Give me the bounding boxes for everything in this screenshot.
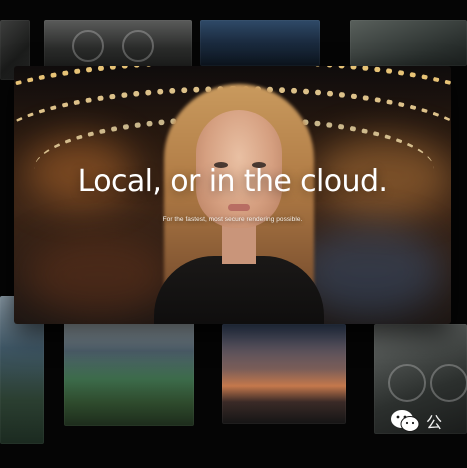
page: Local, or in the cloud. For the fastest,… [0,0,467,468]
watermark-text: 公 [426,413,443,432]
portrait-neck [222,224,256,264]
wechat-icon [391,410,420,432]
hero-card: Local, or in the cloud. For the fastest,… [14,66,451,324]
hero-subtitle: For the fastest, most secure rendering p… [162,216,303,223]
watermark: 公 [390,408,442,434]
gallery-thumbnail-bicycle[interactable] [44,20,192,68]
portrait-lips [228,204,250,211]
hero-title: Local, or in the cloud. [77,164,388,199]
gallery-thumbnail-landscape[interactable] [350,20,467,66]
gallery-thumbnail-valley-lake[interactable] [64,322,194,426]
portrait-shirt [154,256,324,324]
gallery-thumbnail-lake[interactable] [200,20,320,66]
gallery-thumbnail-sunset[interactable] [222,324,346,424]
light-glow [24,236,174,316]
